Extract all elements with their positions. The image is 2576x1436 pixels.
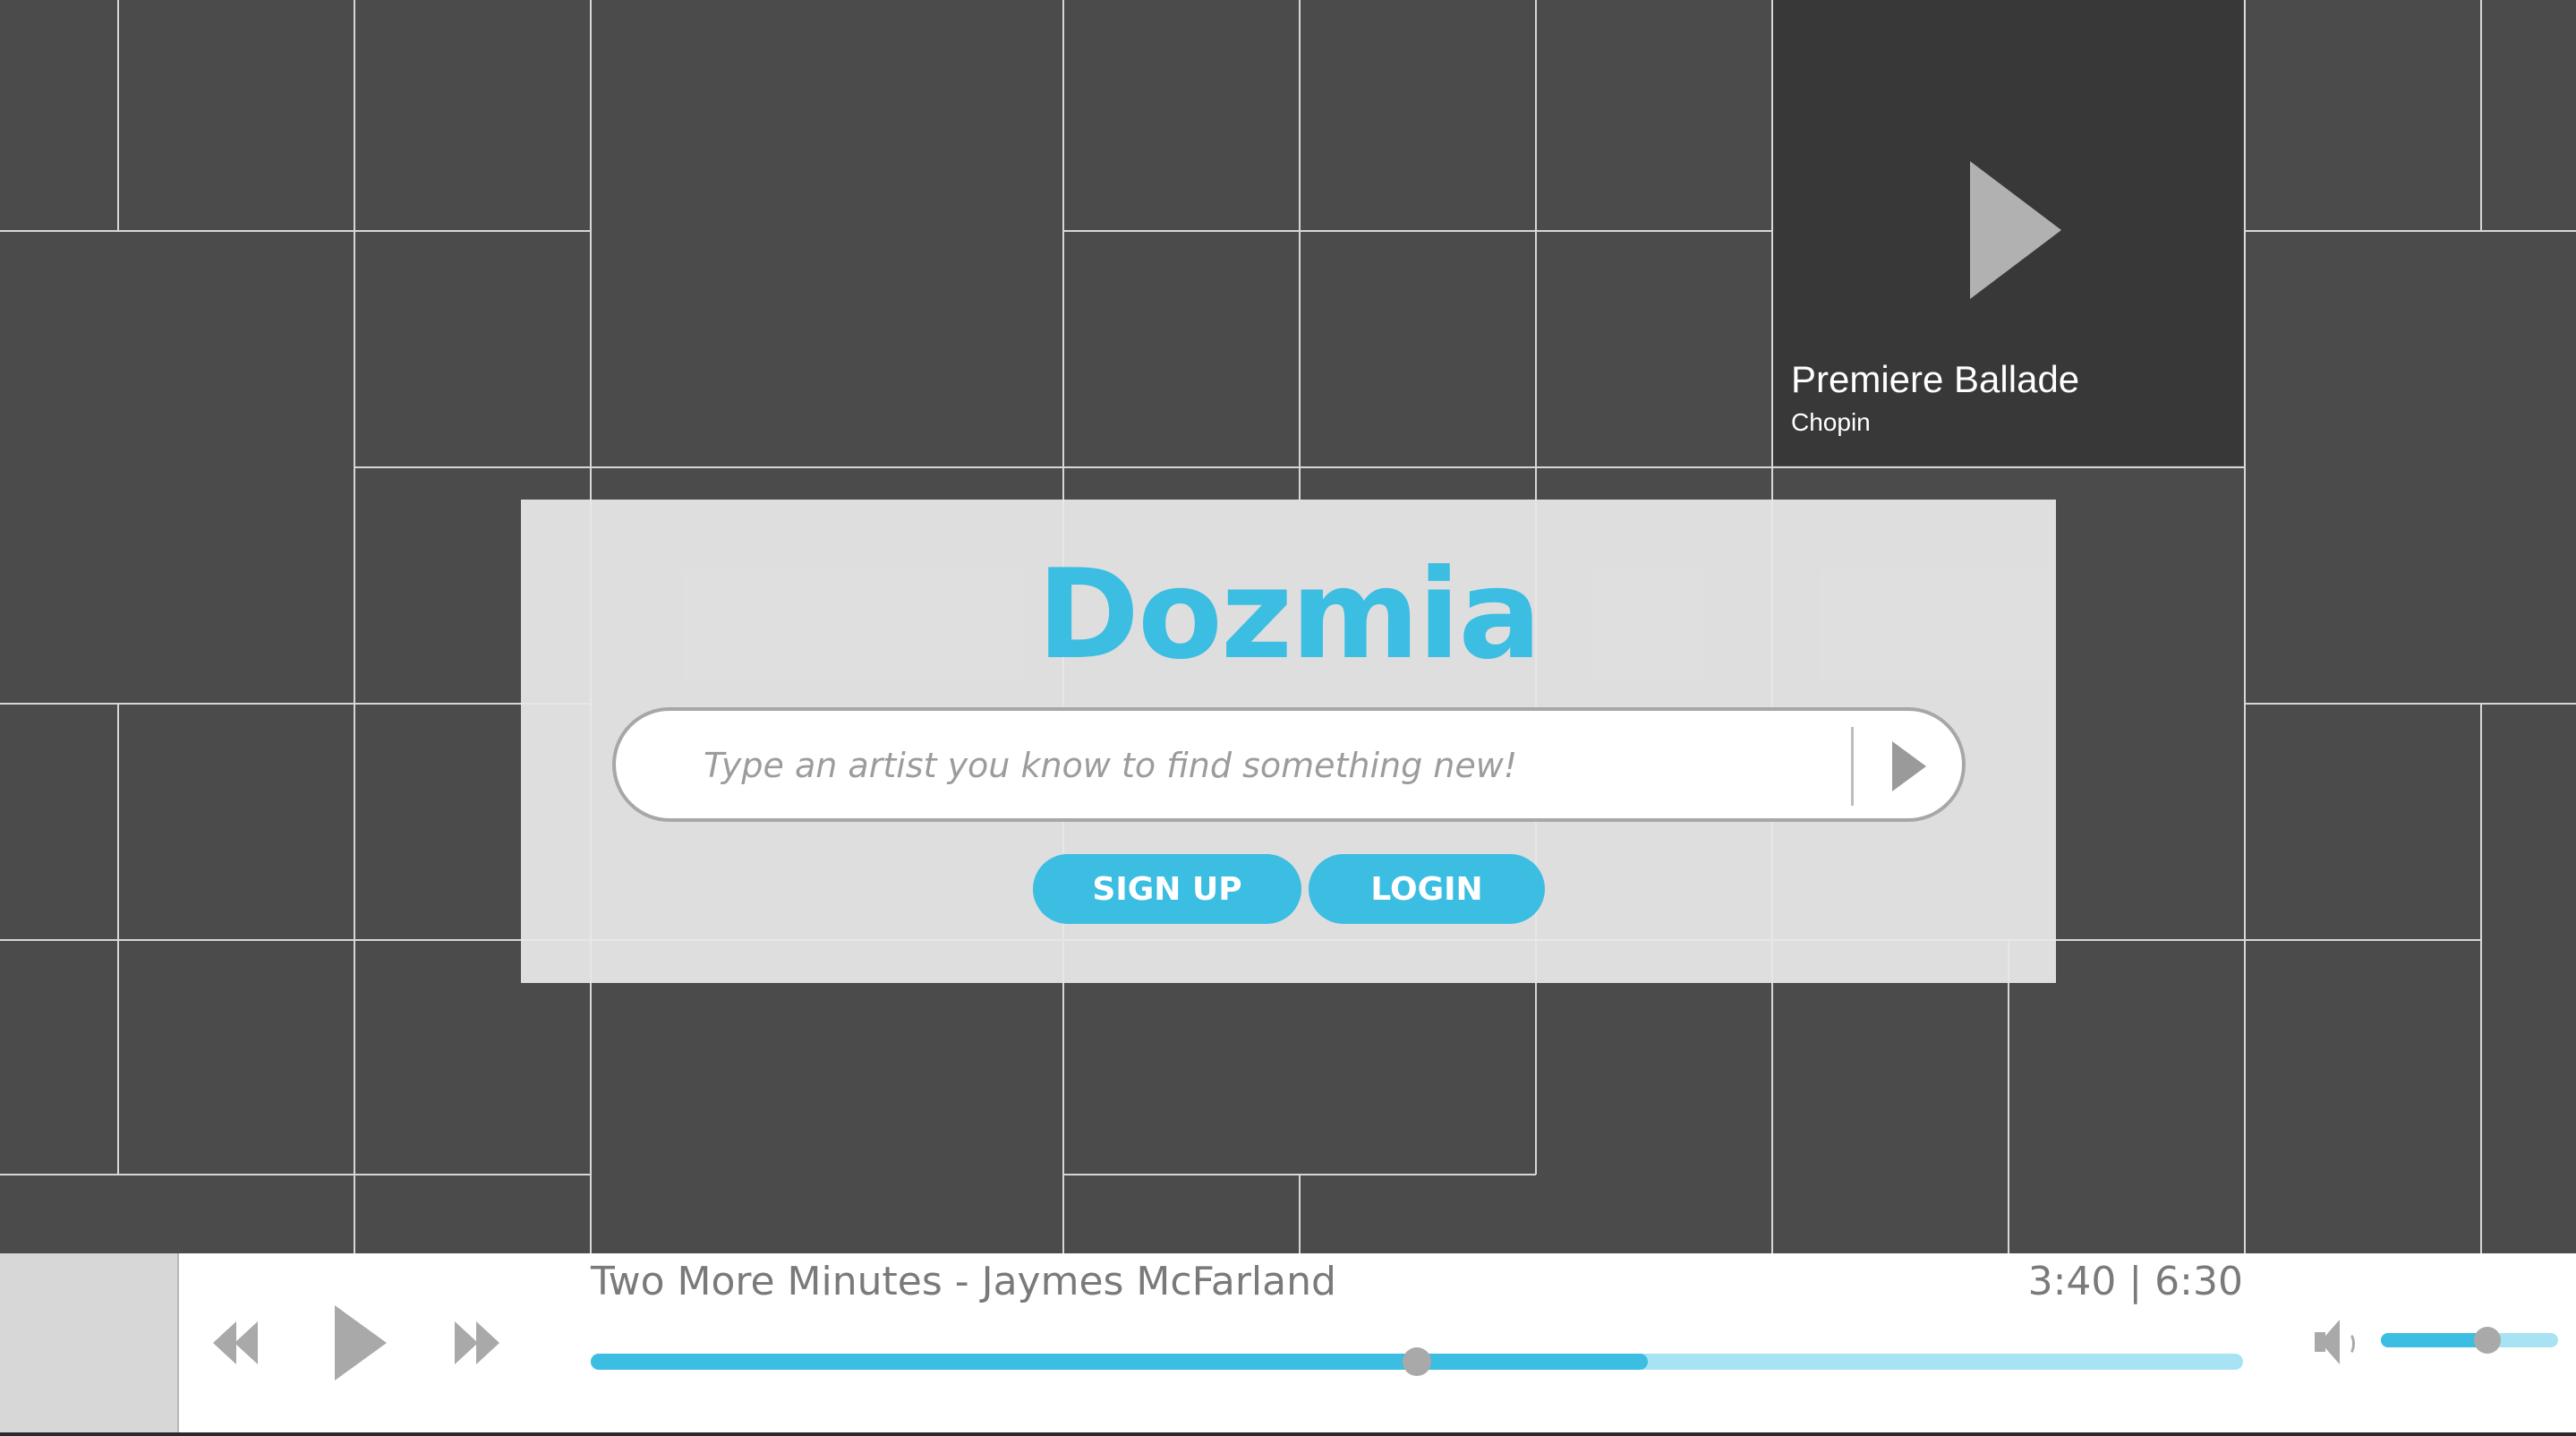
volume-slider[interactable] — [2381, 1327, 2558, 1354]
search-divider — [1851, 727, 1854, 806]
window-bottom-edge — [0, 1432, 2576, 1436]
play-arrow-icon — [1892, 741, 1926, 791]
login-button[interactable]: LOGIN — [1309, 854, 1545, 924]
music-player-bar: Two More Minutes - Jaymes McFarland 3:40… — [0, 1253, 2576, 1432]
featured-track-artist: Chopin — [1791, 408, 1871, 436]
rewind-icon — [213, 1321, 236, 1364]
progress-buffered — [591, 1354, 1649, 1370]
featured-track-title: Premiere Ballade — [1791, 358, 2080, 400]
search-submit-button[interactable] — [1876, 736, 1939, 797]
volume-button[interactable] — [2311, 1318, 2365, 1368]
progress-bar[interactable] — [591, 1347, 2243, 1376]
album-art-placeholder — [0, 1253, 179, 1432]
artist-search-bar — [612, 707, 1966, 822]
sign-up-button[interactable]: SIGN UP — [1033, 854, 1301, 924]
featured-track-tile[interactable]: Premiere Ballade Chopin — [1773, 0, 2243, 466]
play-icon — [335, 1305, 387, 1380]
now-playing-title: Two More Minutes - Jaymes McFarland — [591, 1259, 1336, 1304]
artist-search-input[interactable] — [702, 738, 1824, 793]
progress-knob[interactable] — [1403, 1347, 1431, 1376]
volume-knob[interactable] — [2473, 1327, 2501, 1354]
play-icon[interactable] — [1970, 161, 2061, 299]
fast-forward-icon — [455, 1321, 478, 1364]
app-logo: Dozmia — [1036, 543, 1542, 687]
play-button[interactable] — [331, 1304, 388, 1382]
rewind-button[interactable] — [213, 1318, 267, 1368]
track-time: 3:40 | 6:30 — [2027, 1259, 2243, 1304]
fast-forward-button[interactable] — [455, 1318, 508, 1368]
welcome-panel: Dozmia SIGN UP LOGIN — [521, 500, 2056, 983]
